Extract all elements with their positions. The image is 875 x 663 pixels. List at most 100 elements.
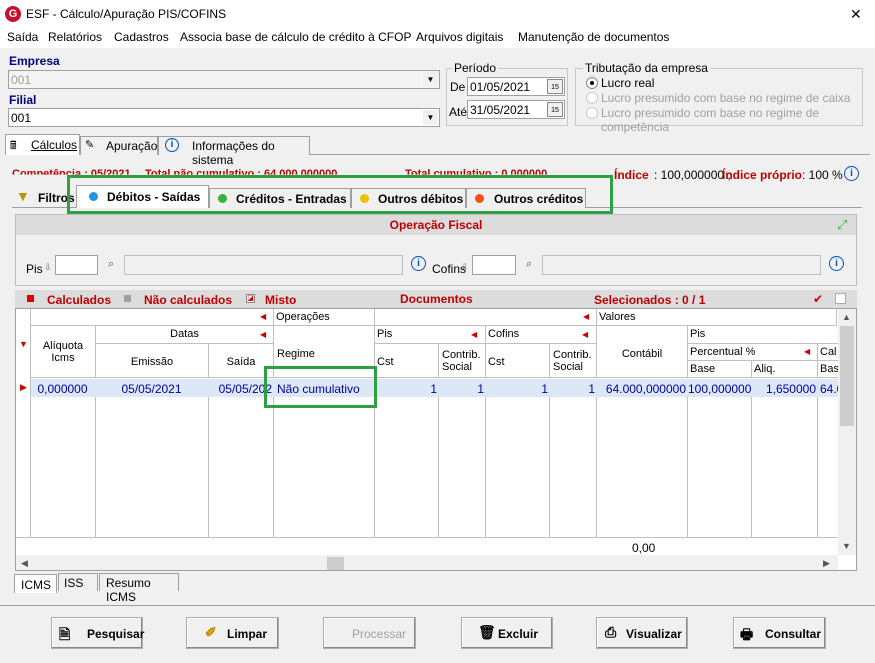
nao-calculados-label: Não calculados (144, 293, 233, 307)
binoculars-icon[interactable]: ⌕ (526, 258, 532, 271)
header-base: Base (688, 361, 752, 378)
radio-lucro-presumido-competencia[interactable] (586, 107, 598, 119)
check-all-icon[interactable]: ✔ (813, 292, 823, 306)
header-cofins-cst: Cst (486, 344, 550, 378)
highlight-subtabs (67, 175, 613, 214)
binoculars-icon[interactable]: ⌕ (108, 258, 114, 271)
info-icon[interactable]: i (829, 256, 844, 271)
pesquisar-button[interactable]: 🗎 Pesquisar (51, 617, 144, 649)
pis-header-label: Pis (377, 328, 393, 340)
visualizar-button[interactable]: ⎙ Visualizar (596, 617, 688, 649)
header-datas: Datas (96, 326, 274, 344)
consultar-button[interactable]: 🖶 Consultar (733, 617, 826, 649)
contabil-label: Contábil (621, 348, 663, 360)
vertical-scrollbar[interactable]: ▲ ▼ (838, 309, 856, 555)
menu-relatorios[interactable]: Relatórios (48, 30, 102, 44)
collapse-arrow-icon[interactable]: ◀ (471, 330, 477, 339)
horizontal-scrollbar[interactable]: ◀ ▶ (16, 555, 838, 570)
tab-apuracao-label: Apuração (106, 139, 158, 153)
header-pis: Pis ◀ (375, 326, 486, 344)
collapse-arrow-icon[interactable]: ◀ (804, 347, 810, 356)
empresa-select[interactable]: 001 ▼ (8, 70, 440, 89)
empresa-label: Empresa (9, 54, 60, 68)
menu-bar: Saída Relatórios Cadastros Associa base … (0, 28, 875, 48)
date-de-input[interactable]: 01/05/2021 15 (467, 77, 565, 96)
info-icon[interactable]: i (844, 166, 859, 181)
regime-label: Regime (277, 348, 315, 360)
pis-label: Pis (26, 262, 43, 276)
radio-lucro-real[interactable] (586, 77, 598, 89)
limpar-button[interactable]: ✐ Limpar (186, 617, 279, 649)
close-icon[interactable]: ✕ (850, 6, 862, 23)
calendar-icon[interactable]: 15 (547, 102, 563, 117)
excluir-button[interactable]: 🗑 Excluir (461, 617, 553, 649)
menu-cadastros[interactable]: Cadastros (114, 30, 169, 44)
cell-cofins-contrib: 1 (588, 382, 595, 396)
header-aliq: Aliq. (752, 361, 818, 378)
operacao-header: Operação Fiscal (16, 215, 856, 235)
collapse-arrow-icon[interactable]: ◀ (260, 312, 266, 321)
cell-emissao: 05/05/2021 (121, 382, 182, 396)
tab-informacoes[interactable]: i Informações do sistema (158, 136, 310, 167)
scroll-left-icon[interactable]: ◀ (21, 558, 28, 569)
indice-proprio-value: : 100 % (802, 168, 843, 182)
bas-label: Bas (820, 363, 839, 375)
calculator-icon: 🖩 (10, 140, 17, 152)
footer-separator (0, 605, 875, 606)
menu-associa-base[interactable]: Associa base de cálculo de crédito à CFO… (180, 30, 411, 44)
cell-contabil: 64.000,000000 (605, 382, 686, 396)
periodo-label: Período (452, 61, 499, 75)
menu-arquivos-digitais[interactable]: Arquivos digitais (416, 30, 503, 44)
scroll-up-icon[interactable]: ▲ (842, 312, 851, 322)
info-icon[interactable]: i (411, 256, 426, 271)
date-ate-value: 31/05/2021 (470, 103, 531, 117)
collapse-arrow-icon[interactable]: ◀ (583, 312, 589, 321)
highlight-regime (264, 366, 377, 408)
scroll-down-icon[interactable]: ▼ (842, 541, 851, 551)
cell-pis-cst: 1 (430, 382, 437, 396)
consult-icon: 🖶 (740, 626, 754, 642)
processar-button[interactable]: Processar (323, 617, 416, 649)
filter-icon: ▼ (16, 188, 30, 204)
tab-apuracao[interactable]: ✎ Apuração (80, 136, 158, 155)
datas-label: Datas (170, 328, 199, 340)
table-row[interactable]: 0,000000 05/05/2021 05/05/202 Não cumula… (31, 379, 856, 397)
header-valores-pis: Pis (688, 326, 856, 344)
pis-code-input[interactable] (55, 255, 98, 275)
cal-label: Cal (820, 346, 837, 358)
vertical-scroll-thumb[interactable] (840, 326, 854, 426)
header-valores: Valores (597, 309, 837, 326)
cofins-code-input[interactable] (472, 255, 516, 275)
radio-lucro-presumido-caixa[interactable] (586, 92, 598, 104)
header-aliquota: Alíquota Icms (31, 326, 96, 378)
tab-calculos[interactable]: 🖩 Cálculos (5, 134, 80, 155)
expand-icon[interactable]: ⤢ (837, 217, 847, 233)
scroll-right-icon[interactable]: ▶ (823, 558, 830, 569)
chevron-down-icon[interactable]: ▼ (423, 110, 438, 125)
cell-aliquota: 0,000000 (37, 382, 88, 396)
chevron-down-icon[interactable]: ▼ (423, 72, 438, 87)
tab-iss[interactable]: ISS (58, 573, 98, 591)
uncheck-all-box[interactable] (835, 293, 846, 304)
lucro-real-label: Lucro real (601, 76, 655, 90)
tab-resumo-icms-label: Resumo ICMS (106, 576, 151, 604)
total-contabil: 0,00 (632, 541, 656, 555)
cell-base: 100,000000 (688, 382, 752, 396)
valores-pis-label: Pis (690, 328, 706, 340)
cofins-cst-label: Cst (488, 356, 505, 368)
menu-saida[interactable]: Saída (7, 30, 38, 44)
collapse-arrow-icon[interactable]: ◀ (260, 330, 266, 339)
de-label: De (450, 80, 466, 94)
tab-icms[interactable]: ICMS (14, 574, 57, 593)
tab-resumo-icms[interactable]: Resumo ICMS (99, 573, 179, 604)
date-ate-input[interactable]: 31/05/2021 15 (467, 100, 565, 119)
sort-arrow-icon: ▼ (19, 339, 28, 349)
total-row: 0,00 (16, 537, 838, 555)
header-pis-cst: Cst (375, 344, 439, 378)
aliquota-label: Alíquota Icms (42, 340, 84, 364)
collapse-arrow-icon[interactable]: ◀ (582, 330, 588, 339)
calendar-icon[interactable]: 15 (547, 79, 563, 94)
menu-manutencao-documentos[interactable]: Manutenção de documentos (518, 30, 669, 44)
filial-select[interactable]: 001 ▼ (8, 108, 440, 127)
horizontal-scroll-thumb[interactable] (327, 557, 344, 570)
